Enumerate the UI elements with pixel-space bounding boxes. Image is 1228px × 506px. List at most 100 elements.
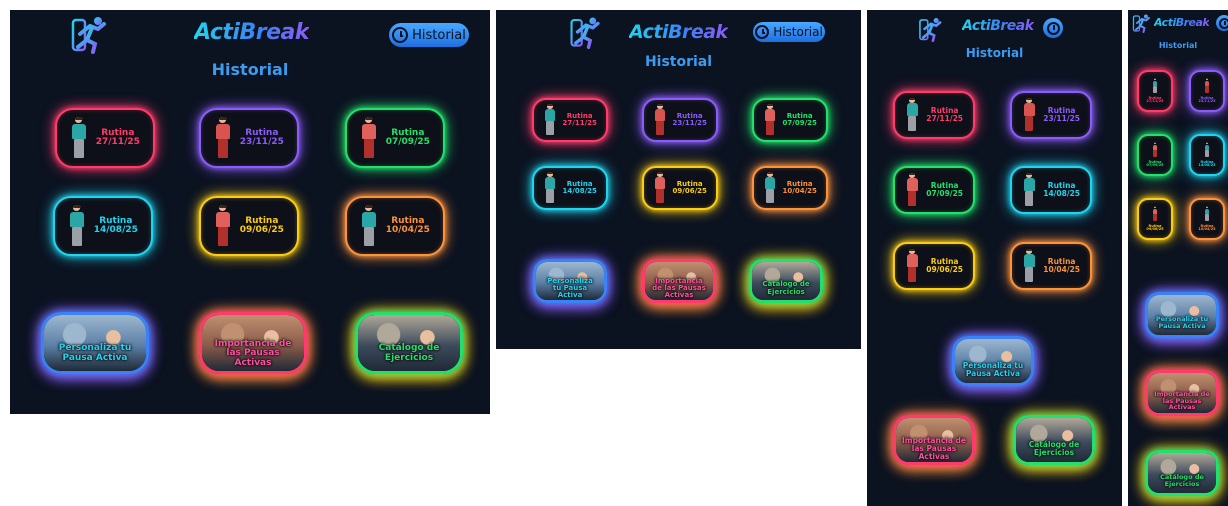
routine-date: 07/09/25 (782, 119, 817, 127)
avatar-figure (543, 103, 556, 136)
routine-label: Rutina 14/08/25 (563, 180, 597, 196)
routine-label: Rutina 09/06/25 (240, 216, 284, 236)
promo-card[interactable]: Importancia de las Pausas Activas (199, 312, 307, 374)
promo-card[interactable]: Importancia de las Pausas Activas (893, 415, 975, 465)
routine-card[interactable]: Rutina 23/11/25 (642, 98, 718, 142)
routine-card[interactable]: Rutina 27/11/25 (1137, 70, 1173, 112)
routine-card[interactable]: Rutina 27/11/25 (893, 91, 975, 139)
history-button[interactable]: Historial (389, 23, 469, 47)
routine-date: 10/04/25 (385, 225, 430, 235)
avatar-figure (214, 204, 232, 247)
history-button-label: Historial (412, 27, 466, 43)
routine-card[interactable]: Rutina 23/11/25 (199, 108, 299, 168)
avatar-figure (360, 116, 378, 159)
routine-date: 23/11/25 (239, 137, 284, 147)
routine-card[interactable]: Rutina 23/11/25 (1189, 70, 1225, 112)
history-clock-icon (1046, 21, 1060, 35)
routine-card[interactable]: Rutina 14/08/25 (1189, 134, 1225, 176)
routine-date: 07/09/25 (1146, 163, 1164, 168)
routine-date: 27/11/25 (562, 119, 597, 127)
promo-card[interactable]: Personaliza tu Pausa Activa (1145, 292, 1219, 338)
avatar-figure (905, 172, 919, 207)
avatar-figure (68, 204, 86, 247)
promo-caption: Personaliza tu Pausa Activa (547, 276, 593, 300)
routine-date: 14/08/25 (1043, 189, 1081, 198)
promo-card[interactable]: Catálogo de Ejercicios (749, 259, 823, 303)
routine-card[interactable]: Rutina 14/08/25 (1010, 166, 1092, 214)
avatar-figure (1204, 141, 1211, 158)
routine-label: Rutina 09/06/25 (1146, 224, 1163, 232)
promo-caption: Catálogo de Ejercicios (1160, 473, 1204, 489)
viewport-mobile: ActiBreak Historial Rutina 27/11/25 Rutina… (1128, 10, 1228, 506)
routine-date: 09/06/25 (926, 265, 964, 274)
routine-card[interactable]: Rutina 07/09/25 (893, 166, 975, 214)
routine-label: Rutina 07/09/25 (782, 112, 817, 128)
history-clock-icon (1218, 17, 1228, 29)
avatar-figure (70, 116, 88, 159)
routine-date: 10/04/25 (1043, 265, 1081, 274)
avatar-figure (763, 103, 776, 136)
routine-label: Rutina 14/08/25 (1043, 182, 1080, 198)
routine-card[interactable]: Rutina 09/06/25 (893, 242, 975, 290)
routine-label: Rutina 14/08/25 (1198, 160, 1215, 168)
routine-card[interactable]: Rutina 10/04/25 (752, 166, 828, 210)
promo-caption: Personaliza tu Pausa Activa (1155, 315, 1209, 331)
avatar-figure (905, 248, 919, 283)
avatar-figure (1022, 248, 1036, 283)
promo-caption: Importancia de las Pausas Activas (902, 435, 966, 461)
promo-caption: Importancia de las Pausas Activas (652, 276, 706, 300)
routine-label: Rutina 27/11/25 (96, 128, 140, 148)
routine-label: Rutina 09/06/25 (926, 258, 963, 274)
routine-card[interactable]: Rutina 10/04/25 (345, 196, 445, 256)
logo-icon (569, 15, 603, 49)
routine-date: 14/08/25 (93, 225, 138, 235)
routine-card[interactable]: Rutina 10/04/25 (1010, 242, 1092, 290)
brand-title: ActiBreak (629, 21, 728, 43)
routine-card[interactable]: Rutina 07/09/25 (1137, 134, 1173, 176)
routine-date: 09/06/25 (672, 187, 707, 195)
history-button[interactable] (1216, 15, 1228, 31)
promo-card[interactable]: Importancia de las Pausas Activas (642, 259, 716, 303)
promo-card[interactable]: Personaliza tu Pausa Activa (952, 336, 1034, 386)
avatar-figure (214, 116, 232, 159)
routine-card[interactable]: Rutina 23/11/25 (1010, 91, 1092, 139)
promo-caption: Importancia de las Pausas Activas (214, 338, 292, 368)
routine-label: Rutina 27/11/25 (562, 112, 597, 128)
routine-label: Rutina 10/04/25 (385, 216, 430, 236)
routine-card[interactable]: Rutina 09/06/25 (642, 166, 718, 210)
routine-card[interactable]: Rutina 07/09/25 (752, 98, 828, 142)
routine-card[interactable]: Rutina 07/09/25 (345, 108, 445, 168)
promo-card[interactable]: Personaliza tu Pausa Activa (41, 312, 149, 374)
routine-card[interactable]: Rutina 09/06/25 (1137, 198, 1173, 240)
routine-card[interactable]: Rutina 10/04/25 (1189, 198, 1225, 240)
avatar-figure (1022, 172, 1036, 207)
routine-card[interactable]: Rutina 27/11/25 (55, 108, 155, 168)
viewport-desktop: ActiBreak Historial Historial Rutina 27/1… (10, 10, 490, 414)
brand-title: ActiBreak (1154, 16, 1210, 29)
promo-card[interactable]: Importancia de las Pausas Activas (1145, 370, 1219, 416)
promo-card[interactable]: Personaliza tu Pausa Activa (533, 259, 607, 303)
routine-label: Rutina 23/11/25 (1198, 96, 1215, 104)
routine-card[interactable]: Rutina 09/06/25 (199, 196, 299, 256)
history-button[interactable] (1043, 18, 1063, 38)
routine-card[interactable]: Rutina 27/11/25 (532, 98, 608, 142)
logo-icon (70, 14, 110, 54)
promo-caption: Catálogo de Ejercicios (1028, 439, 1080, 457)
routine-label: Rutina 27/11/25 (1146, 96, 1163, 104)
page-title: Historial (211, 60, 289, 79)
promo-card[interactable]: Catálogo de Ejercicios (1013, 415, 1095, 465)
history-button[interactable]: Historial (753, 22, 825, 42)
routine-card[interactable]: Rutina 14/08/25 (53, 196, 153, 256)
history-clock-icon (755, 25, 770, 39)
routine-card[interactable]: Rutina 14/08/25 (532, 166, 608, 210)
avatar-figure (1152, 141, 1159, 158)
promo-card[interactable]: Catálogo de Ejercicios (1145, 450, 1219, 496)
avatar-figure (653, 171, 666, 204)
avatar-figure (360, 204, 378, 247)
history-clock-icon (392, 27, 409, 43)
avatar-figure (653, 103, 666, 136)
promo-card[interactable]: Catálogo de Ejercicios (355, 312, 463, 374)
logo-icon (918, 16, 944, 42)
routine-date: 23/11/25 (672, 119, 707, 127)
page-title: Historial (965, 46, 1024, 60)
